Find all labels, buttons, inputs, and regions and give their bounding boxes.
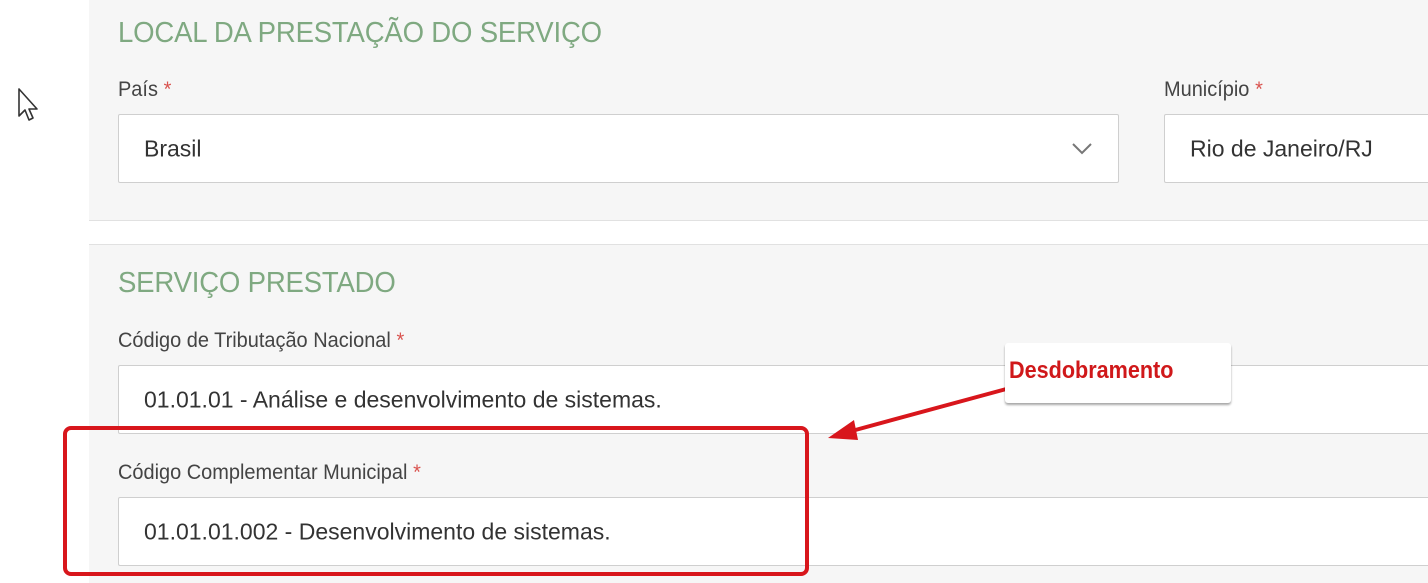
local-prestacao-section: LOCAL DA PRESTAÇÃO DO SERVIÇO País * Bras… <box>89 0 1428 221</box>
chevron-down-icon[interactable] <box>1071 142 1093 156</box>
required-marker: * <box>396 329 405 352</box>
section-title-servico: SERVIÇO PRESTADO <box>118 267 396 299</box>
codigo-tributacao-label: Código de Tributação Nacional * <box>118 329 404 353</box>
municipio-input-value: Rio de Janeiro/RJ <box>1190 135 1373 161</box>
annotation-label: Desdobramento <box>1009 357 1174 384</box>
municipio-input[interactable]: Rio de Janeiro/RJ <box>1164 114 1428 183</box>
annotation-arrow-icon <box>828 386 1012 440</box>
codigo-tributacao-input[interactable]: 01.01.01 - Análise e desenvolvimento de … <box>118 365 1428 434</box>
pais-label: País * <box>118 78 171 102</box>
pais-select-value: Brasil <box>144 135 202 161</box>
municipio-label-text: Município <box>1164 78 1250 101</box>
municipio-label: Município * <box>1164 78 1263 102</box>
mouse-cursor-icon <box>18 88 38 121</box>
codigo-tributacao-label-text: Código de Tributação Nacional <box>118 329 391 352</box>
codigo-tributacao-value: 01.01.01 - Análise e desenvolvimento de … <box>144 386 662 412</box>
required-marker: * <box>1255 78 1263 101</box>
annotation-callout: Desdobramento <box>1005 343 1231 403</box>
required-marker: * <box>163 78 172 101</box>
section-title-local: LOCAL DA PRESTAÇÃO DO SERVIÇO <box>118 17 602 49</box>
pais-label-text: País <box>118 78 158 101</box>
highlight-rectangle <box>63 426 809 576</box>
pais-select[interactable]: Brasil <box>118 114 1119 183</box>
